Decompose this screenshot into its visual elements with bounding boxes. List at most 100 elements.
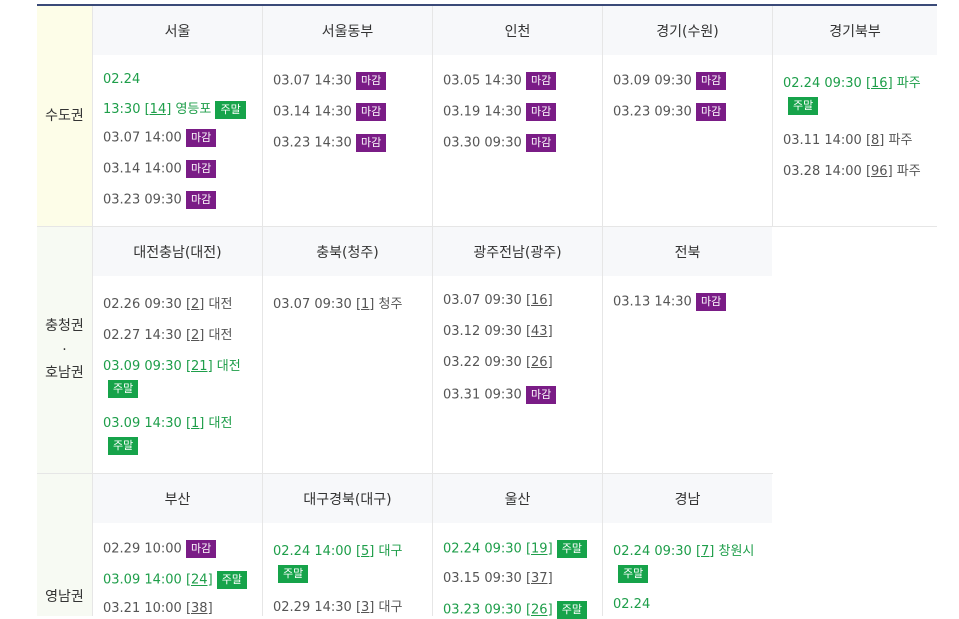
session-line[interactable]: 03.23 09:30 마감 xyxy=(103,191,217,209)
session-datetime: 03.07 14:00 xyxy=(103,130,182,146)
closed-badge: 마감 xyxy=(355,72,387,90)
session-line[interactable]: 02.27 14:30 [2] 대전 xyxy=(103,324,232,343)
session-line[interactable]: 03.19 14:30 마감 xyxy=(443,103,557,121)
session-date: 02.24 xyxy=(103,72,141,87)
session-line[interactable]: 02.29 10:00 마감 xyxy=(103,540,217,558)
closed-badge: 마감 xyxy=(185,160,217,178)
session-line[interactable]: 03.14 14:30 마감 xyxy=(273,103,387,121)
header-ulsan: 울산 xyxy=(433,474,602,523)
session-seat-count-link[interactable]: [1] xyxy=(186,416,204,431)
session-line[interactable]: 03.30 09:30 마감 xyxy=(443,134,557,152)
session-line[interactable]: 03.09 09:30 마감 xyxy=(613,72,727,90)
session-line: 주말 xyxy=(108,380,139,398)
session-line[interactable]: 03.07 14:00 마감 xyxy=(103,129,217,147)
region-label: 영남권 xyxy=(45,589,84,605)
closed-badge: 마감 xyxy=(525,72,557,90)
closed-badge: 마감 xyxy=(185,191,217,209)
session-line: 주말 xyxy=(108,437,139,455)
session-seat-count-link[interactable]: [5] xyxy=(356,544,374,559)
session-place: 파주 xyxy=(896,76,921,91)
session-place: 대구 xyxy=(378,600,403,615)
session-datetime: 03.22 09:30 xyxy=(443,355,522,370)
session-seat-count-link[interactable]: [96] xyxy=(866,164,893,179)
session-line[interactable]: 03.11 14:00 [8] 파주 xyxy=(783,129,912,148)
session-seat-count-link[interactable]: [3] xyxy=(356,600,374,615)
session-seat-count-link[interactable]: [8] xyxy=(866,133,884,148)
session-line[interactable]: 02.24 14:00 [5] 대구 xyxy=(273,540,402,559)
session-line[interactable]: 02.24 xyxy=(613,597,650,612)
session-seat-count-link[interactable]: [24] xyxy=(186,573,213,588)
weekend-badge: 주말 xyxy=(788,97,819,115)
closed-badge: 마감 xyxy=(525,103,557,121)
header-daegu: 대구경북(대구) xyxy=(263,474,432,523)
session-datetime: 02.26 09:30 xyxy=(103,297,182,312)
session-seat-count-link[interactable]: [19] xyxy=(526,542,553,557)
session-line[interactable]: 02.26 09:30 [2] 대전 xyxy=(103,293,232,312)
closed-badge: 마감 xyxy=(695,103,727,121)
session-place: 창원시 xyxy=(718,544,755,559)
session-line[interactable]: 03.23 09:30 [26] 주말 xyxy=(443,601,588,619)
session-place: 대구 xyxy=(378,544,403,559)
session-seat-count-link[interactable]: [1] xyxy=(356,297,374,312)
session-line[interactable]: 03.12 09:30 [43] xyxy=(443,324,553,339)
session-line[interactable]: 03.21 10:00 [38] xyxy=(103,601,213,616)
session-datetime: 03.23 09:30 xyxy=(443,602,522,618)
session-line[interactable]: 02.24 xyxy=(103,72,140,87)
session-seat-count-link[interactable]: [38] xyxy=(186,601,213,616)
session-line[interactable]: 03.07 09:30 [1] 청주 xyxy=(273,293,402,312)
session-datetime: 03.05 14:30 xyxy=(443,73,522,89)
session-seat-count-link[interactable]: [26] xyxy=(526,603,553,618)
session-line[interactable]: 02.24 09:30 [19] 주말 xyxy=(443,540,588,558)
closed-badge: 마감 xyxy=(185,540,217,558)
session-line[interactable]: 03.22 09:30 [26] xyxy=(443,355,553,370)
session-line[interactable]: 03.23 14:30 마감 xyxy=(273,134,387,152)
session-place: 대전 xyxy=(216,359,241,374)
session-line[interactable]: 02.24 09:30 [16] 파주 xyxy=(783,72,921,91)
session-line[interactable]: 03.28 14:00 [96] 파주 xyxy=(783,160,921,179)
session-seat-count-link[interactable]: [2] xyxy=(186,328,204,343)
session-place: 청주 xyxy=(378,297,403,312)
weekend-badge: 주말 xyxy=(618,565,649,583)
session-place: 파주 xyxy=(896,164,921,179)
session-line[interactable]: 03.09 09:30 [21] 대전 xyxy=(103,355,241,374)
session-datetime: 02.24 09:30 xyxy=(443,541,522,557)
session-seat-count-link[interactable]: [16] xyxy=(866,76,893,91)
session-line[interactable]: 03.23 09:30 마감 xyxy=(613,103,727,121)
session-line[interactable]: 02.29 14:30 [3] 대구 xyxy=(273,596,402,615)
session-seat-count-link[interactable]: [7] xyxy=(696,544,714,559)
region-capital: 수도권 xyxy=(37,6,92,226)
session-datetime: 03.12 09:30 xyxy=(443,324,522,339)
session-seat-count-link[interactable]: [14] xyxy=(145,102,172,117)
session-line[interactable]: 03.05 14:30 마감 xyxy=(443,72,557,90)
header-gyeonggi-north: 경기북부 xyxy=(773,6,937,55)
session-line[interactable]: 13:30 [14] 영등포 주말 xyxy=(103,98,246,119)
session-line[interactable]: 02.24 09:30 [7] 창원시 xyxy=(613,540,754,559)
session-line[interactable]: 03.31 09:30 마감 xyxy=(443,386,557,404)
session-datetime: 02.29 10:00 xyxy=(103,541,182,557)
session-line[interactable]: 03.09 14:30 [1] 대전 xyxy=(103,412,232,431)
region-separator-dot: · xyxy=(62,342,67,358)
header-incheon: 인천 xyxy=(433,6,602,55)
session-datetime: 03.28 14:00 xyxy=(783,164,862,179)
region-yeongnam: 영남권 xyxy=(37,474,92,616)
session-datetime: 03.11 14:00 xyxy=(783,133,862,148)
session-line[interactable]: 03.09 14:00 [24] 주말 xyxy=(103,571,248,589)
header-gyeonggi-suwon: 경기(수원) xyxy=(603,6,772,55)
session-place: 영등포 xyxy=(175,102,212,117)
session-seat-count-link[interactable]: [2] xyxy=(186,297,204,312)
session-datetime: 02.27 14:30 xyxy=(103,328,182,343)
session-line[interactable]: 03.07 09:30 [16] xyxy=(443,293,553,308)
session-seat-count-link[interactable]: [26] xyxy=(526,355,553,370)
session-line[interactable]: 03.13 14:30 마감 xyxy=(613,293,727,311)
weekend-badge: 주말 xyxy=(556,601,588,619)
session-seat-count-link[interactable]: [16] xyxy=(526,293,553,308)
session-seat-count-link[interactable]: [21] xyxy=(186,359,213,374)
closed-badge: 마감 xyxy=(525,134,557,152)
session-datetime: 03.14 14:00 xyxy=(103,161,182,177)
session-line[interactable]: 03.14 14:00 마감 xyxy=(103,160,217,178)
session-datetime: 03.07 14:30 xyxy=(273,73,352,89)
session-line[interactable]: 03.15 09:30 [37] xyxy=(443,571,553,586)
session-line[interactable]: 03.07 14:30 마감 xyxy=(273,72,387,90)
session-seat-count-link[interactable]: [43] xyxy=(526,324,553,339)
session-seat-count-link[interactable]: [37] xyxy=(526,571,553,586)
